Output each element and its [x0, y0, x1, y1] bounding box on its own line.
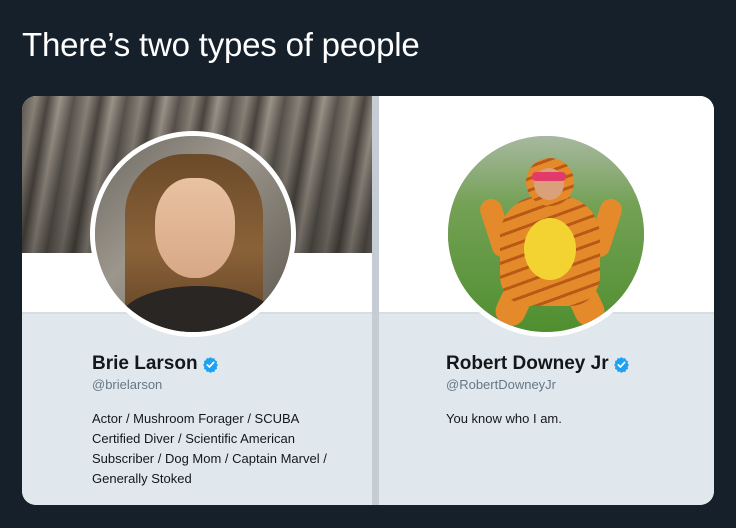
profile-name-row: Brie Larson [92, 353, 219, 375]
verified-badge-icon [613, 356, 629, 373]
profile-name[interactable]: Brie Larson [92, 353, 198, 375]
cards-divider [372, 96, 379, 505]
profile-cards-container: Brie Larson @brielarson Actor / Mushroom… [22, 96, 714, 505]
verified-badge-icon [202, 356, 218, 373]
bio-line: Generally Stoked [92, 471, 192, 486]
profile-handle[interactable]: @brielarson [92, 377, 162, 392]
avatar-costume-belly [524, 218, 576, 280]
profile-card-brie-larson[interactable]: Brie Larson @brielarson Actor / Mushroom… [22, 96, 372, 505]
bio-line: Subscriber / Dog Mom / Captain Marvel / [92, 451, 327, 466]
meme-title: There’s two types of people [22, 26, 420, 63]
profile-bio: Actor / Mushroom Forager / SCUBA Certifi… [92, 409, 370, 489]
bio-line: Actor / Mushroom Forager / SCUBA [92, 411, 300, 426]
avatar-sunglasses [532, 172, 566, 181]
profile-handle[interactable]: @RobertDowneyJr [446, 377, 556, 392]
profile-card-robert-downey-jr[interactable]: Robert Downey Jr @RobertDowneyJr You kno… [379, 96, 714, 505]
avatar[interactable] [443, 131, 649, 337]
bio-line: You know who I am. [446, 411, 562, 426]
profile-bio: You know who I am. [446, 409, 706, 429]
profile-name[interactable]: Robert Downey Jr [446, 353, 609, 375]
bio-line: Certified Diver / Scientific American [92, 431, 296, 446]
avatar[interactable] [90, 131, 296, 337]
avatar-face [155, 178, 235, 278]
profile-name-row: Robert Downey Jr [446, 353, 630, 375]
